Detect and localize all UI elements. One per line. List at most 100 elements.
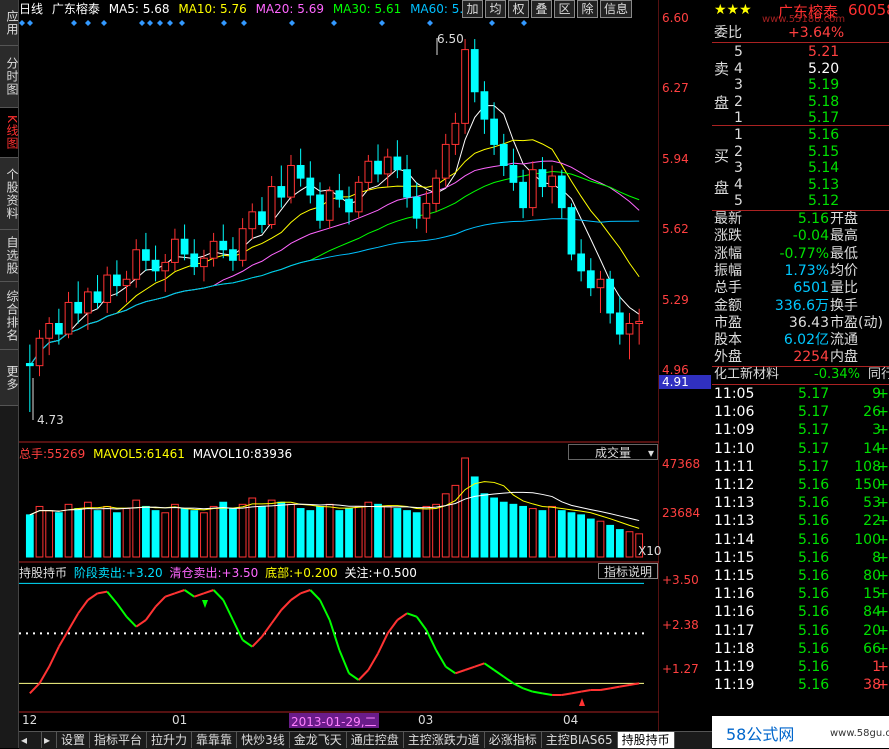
candle-body — [586, 270, 595, 289]
range-button[interactable]: 区 — [554, 0, 575, 18]
volume-bar — [586, 518, 595, 558]
candle-body — [238, 228, 247, 261]
volume-value: 55269 — [47, 447, 86, 461]
left-tab-kline[interactable]: K线图 — [0, 108, 19, 158]
volume-unit: X10 — [638, 544, 662, 558]
left-tab-intraday[interactable]: 分时图 — [0, 46, 19, 108]
indicator-tick: +3.50 — [662, 573, 699, 587]
volume-bar — [470, 476, 479, 558]
candle-body — [161, 261, 170, 272]
overlay-button[interactable]: 叠 — [531, 0, 552, 18]
scroll-right-icon[interactable]: ▸ — [42, 732, 57, 748]
volume-bar — [557, 510, 566, 558]
volume-bar — [180, 508, 189, 558]
param-label: 底部: — [265, 566, 294, 580]
indicator-segment — [328, 619, 341, 651]
indicator-segment — [164, 592, 176, 598]
bottom-tab[interactable]: 主控BIAS65 — [542, 732, 618, 748]
indicator-segment — [609, 685, 620, 690]
candle-body — [180, 238, 189, 255]
volume-indicator-dropdown[interactable]: 成交量 ▾ — [568, 444, 658, 460]
candle-body — [132, 249, 141, 280]
left-tab-profile[interactable]: 个股资料 — [0, 158, 19, 230]
candle-body — [287, 164, 295, 198]
buy-level-row: 5 5.12 — [712, 192, 889, 210]
left-tab-ranking[interactable]: 综合排名 — [0, 282, 19, 350]
tick-time: 11:16 — [714, 604, 755, 621]
volume-bar — [499, 501, 508, 558]
indicator-help-button[interactable]: 指标说明 — [598, 563, 658, 579]
info-button[interactable]: 信息 — [600, 0, 632, 18]
sell-level-row: 5 5.21 — [712, 43, 889, 61]
tick-row: 11:13 5.16 53 + — [712, 494, 889, 512]
sell-level: 5 — [734, 44, 743, 60]
volume-bar — [238, 503, 247, 558]
indicator-segment — [154, 595, 166, 608]
quote-row: 股本 6.02亿 流通 — [712, 331, 889, 349]
left-tab-watchlist[interactable]: 自选股 — [0, 230, 19, 282]
tick-row: 11:12 5.16 150 + — [712, 476, 889, 494]
quote-row: 涨幅 -0.77% 最低 — [712, 245, 889, 263]
left-tab-more[interactable]: 更多 — [0, 350, 19, 406]
mavol10-label: MAVOL10: — [192, 447, 254, 461]
volume-bar — [200, 512, 208, 558]
event-marker-icon — [147, 20, 153, 26]
candle-body — [432, 177, 440, 204]
candle-body — [64, 301, 73, 335]
volume-bar — [151, 510, 160, 558]
tick-price: 5.16 — [798, 549, 830, 566]
bottom-tab[interactable]: 持股持币 — [617, 732, 675, 748]
bottom-tab[interactable]: 设置 — [57, 732, 91, 748]
volume-bar — [83, 501, 92, 558]
scroll-left-icon[interactable]: ◂ — [19, 732, 42, 748]
bottom-tab[interactable]: 主控涨跌力道 — [404, 732, 485, 748]
ma5-readout: MA5: 5.68 — [108, 2, 170, 16]
volume-bar — [45, 510, 54, 558]
volume-bar — [403, 510, 411, 558]
candle-body — [451, 122, 460, 145]
candle-body — [122, 278, 131, 287]
quote-value: -0.04 — [792, 228, 829, 245]
left-tab-app[interactable]: 应用 — [0, 0, 19, 46]
tick-time: 11:11 — [714, 458, 755, 475]
add-button[interactable]: 加 — [462, 0, 483, 18]
ma-line — [29, 160, 640, 366]
event-marker-icon — [427, 20, 433, 26]
candle-body — [335, 190, 344, 200]
bottom-tab[interactable]: 必涨指标 — [485, 732, 542, 748]
event-marker-icon — [379, 20, 385, 26]
bottom-tab[interactable]: 快炒3线 — [237, 732, 290, 748]
volume-bar — [325, 503, 334, 558]
quote-value: 36.43 — [788, 314, 829, 331]
volume-bar — [306, 510, 315, 558]
indicator-segment — [512, 682, 524, 690]
tick-arrow: + — [877, 422, 889, 439]
bottom-tab[interactable]: 通庄控盘 — [347, 732, 404, 748]
volume-bar — [345, 508, 353, 558]
rights-button[interactable]: 权 — [508, 0, 529, 18]
param-value: +0.500 — [372, 566, 417, 580]
tick-price: 5.17 — [798, 386, 830, 402]
average-button[interactable]: 均 — [485, 0, 506, 18]
bottom-tab[interactable]: 靠靠靠 — [192, 732, 238, 748]
tick-arrow: + — [877, 604, 889, 621]
event-marker-icon — [101, 20, 107, 26]
tick-row: 11:05 5.17 9 + — [712, 385, 889, 403]
price-tick: 5.94 — [662, 152, 689, 166]
candle-body — [190, 253, 199, 268]
ex-rights-button[interactable]: 除 — [577, 0, 598, 18]
volume-tick: 47368 — [662, 457, 701, 471]
tick-time: 11:17 — [714, 622, 755, 639]
quote-label-2: 开盘 — [830, 211, 858, 227]
tick-arrow: + — [877, 440, 889, 457]
quote-label-2: 市盈(动) — [830, 314, 883, 331]
volume-bar — [316, 505, 324, 558]
bottom-tab[interactable]: 指标平台 — [90, 732, 148, 748]
bottom-tab[interactable]: 拉升力 — [147, 732, 193, 748]
candle-body — [393, 156, 402, 171]
bottom-tab[interactable]: 金龙飞天 — [290, 732, 347, 748]
kline-chart-area[interactable]: 6.50 4.73 — [19, 0, 659, 748]
sector-row[interactable]: 化工新材料 -0.34% 同行 — [712, 366, 889, 384]
tick-time: 11:15 — [714, 549, 755, 566]
tick-price: 5.17 — [798, 440, 830, 457]
